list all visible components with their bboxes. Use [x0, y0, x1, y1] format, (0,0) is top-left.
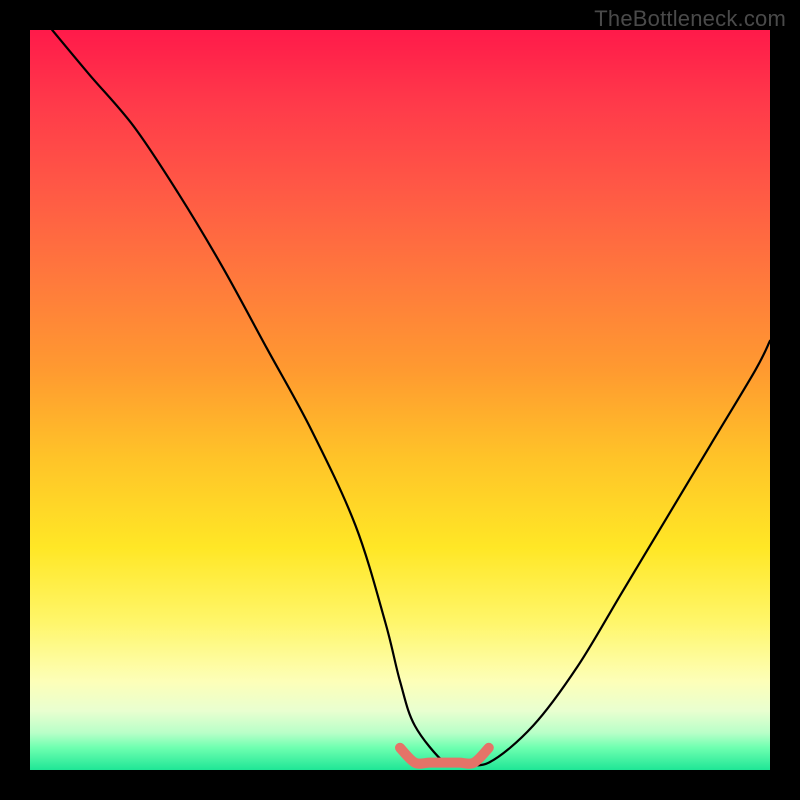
watermark-label: TheBottleneck.com: [594, 6, 786, 32]
optimal-flat-segment: [400, 748, 489, 764]
plot-area: [30, 30, 770, 770]
chart-frame: TheBottleneck.com: [0, 0, 800, 800]
bottleneck-curve: [52, 30, 770, 765]
curve-svg: [30, 30, 770, 770]
